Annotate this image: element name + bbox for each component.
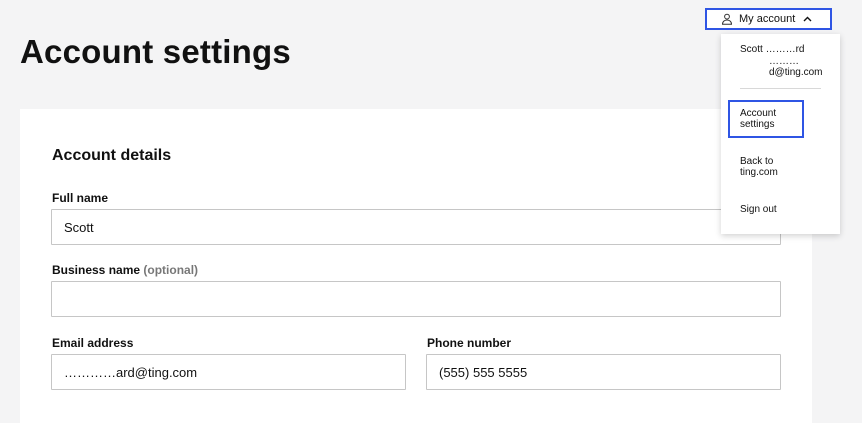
phone-label: Phone number: [427, 336, 512, 350]
full-name-input[interactable]: [51, 209, 781, 245]
chevron-up-icon: [803, 16, 812, 22]
business-name-label: Business name (optional): [52, 263, 198, 277]
phone-field[interactable]: [426, 354, 781, 390]
email-field[interactable]: [51, 354, 406, 390]
menu-item-sign-out[interactable]: Sign out: [740, 204, 810, 215]
page-title: Account settings: [20, 33, 291, 70]
my-account-label: My account: [739, 13, 796, 25]
business-name-label-text: Business name: [52, 263, 141, 277]
menu-item-account-settings[interactable]: Account settings: [728, 100, 804, 138]
my-account-button[interactable]: My account: [705, 8, 832, 30]
account-user-name: Scott ………rd: [740, 44, 805, 55]
optional-hint: (optional): [143, 263, 199, 277]
account-details-title: Account details: [52, 147, 172, 164]
full-name-label: Full name: [52, 191, 109, 205]
account-dropdown-menu: Scott ………rd ………d@ting.com Account settin…: [721, 34, 840, 234]
user-icon: [721, 13, 733, 25]
email-label: Email address: [52, 336, 134, 350]
business-name-input[interactable]: [51, 281, 781, 317]
account-user-email: ………d@ting.com: [769, 56, 823, 78]
menu-divider: [740, 88, 821, 89]
menu-item-back-to-ting[interactable]: Back to ting.com: [740, 156, 810, 178]
account-details-card: Account details Full name Business name …: [20, 109, 812, 423]
